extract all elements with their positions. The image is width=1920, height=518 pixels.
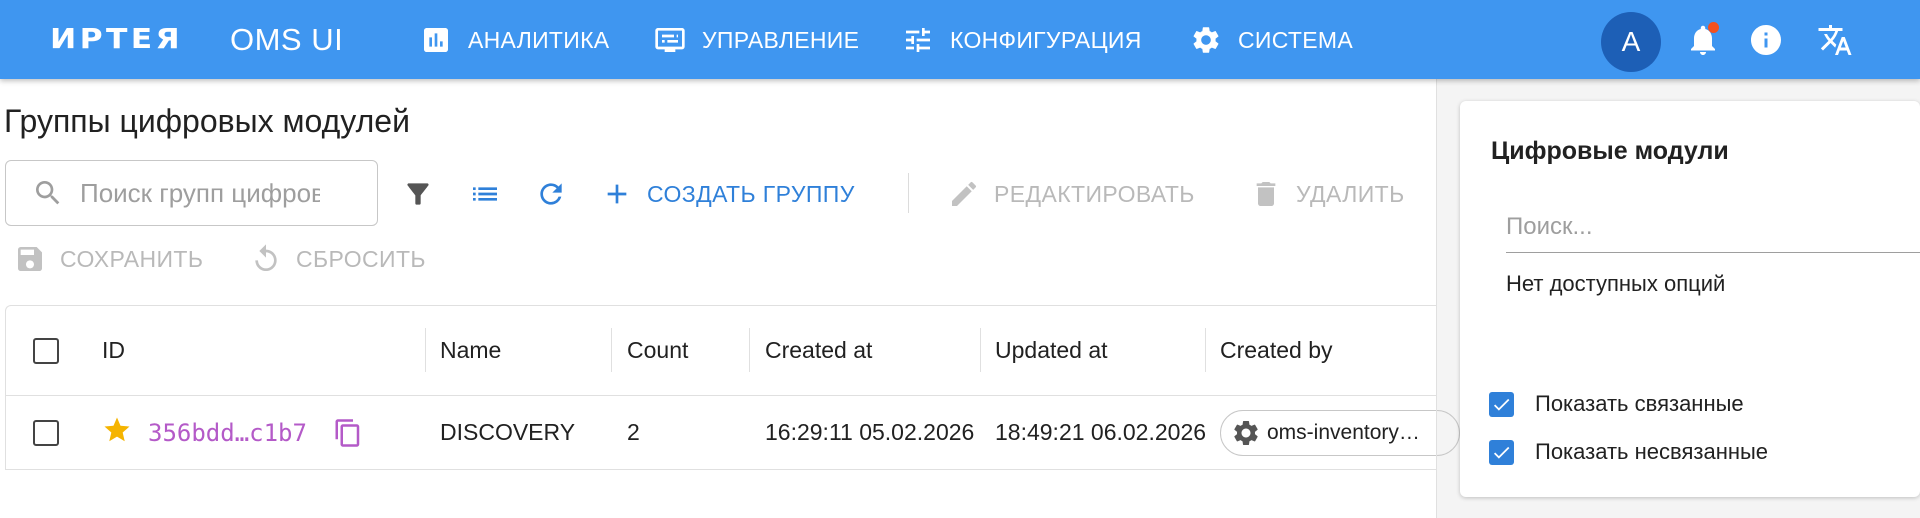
analytics-icon <box>424 28 448 52</box>
copy-icon <box>335 418 360 447</box>
star-icon[interactable] <box>102 415 132 451</box>
show-linked-label: Показать связанные <box>1535 391 1744 416</box>
create-group-label: СОЗДАТЬ ГРУППУ <box>647 180 855 207</box>
column-header-created-at[interactable]: Created at <box>765 306 872 395</box>
created-by-chip[interactable]: oms-inventory… <box>1220 410 1460 456</box>
digital-modules-panel: Цифровые модули Нет доступных опций Пока… <box>1460 101 1920 497</box>
nav-configuration[interactable]: КОНФИГУРАЦИЯ <box>902 22 1142 58</box>
refresh-icon <box>540 183 562 205</box>
edit-label: РЕДАКТИРОВАТЬ <box>994 180 1195 207</box>
notifications-button[interactable] <box>1685 22 1721 58</box>
check-icon <box>1493 398 1510 411</box>
select-all-cell <box>33 306 59 395</box>
nav-analytics-label: АНАЛИТИКА <box>468 26 610 53</box>
gear-icon <box>1234 420 1258 445</box>
nav-analytics[interactable]: АНАЛИТИКА <box>420 22 609 58</box>
select-all-checkbox[interactable] <box>33 337 59 364</box>
show-linked-checkbox[interactable] <box>1489 391 1514 417</box>
filter-button[interactable] <box>402 178 434 210</box>
save-label: СОХРАНИТЬ <box>60 245 204 272</box>
column-separator[interactable] <box>749 328 750 372</box>
empty-options-text: Нет доступных опций <box>1506 271 1726 296</box>
brand-logo[interactable]: ИРТЕЯ <box>50 22 183 55</box>
table-row[interactable]: 356bdd…c1b7 DISCOVERY 2 16:29:11 05.02.2… <box>6 396 1460 470</box>
column-header-created-by[interactable]: Created by <box>1220 306 1333 395</box>
filter-icon <box>407 183 429 205</box>
columns-button[interactable] <box>469 178 501 210</box>
management-icon <box>655 28 685 52</box>
delete-button[interactable]: УДАЛИТЬ <box>1250 178 1405 210</box>
module-search-input[interactable] <box>1506 201 1920 252</box>
edit-button[interactable]: РЕДАКТИРОВАТЬ <box>948 178 1195 210</box>
table-header-row: ID Name Count Created at Updated at Crea… <box>6 306 1436 396</box>
save-icon <box>18 247 42 271</box>
column-separator[interactable] <box>1205 328 1206 372</box>
gear-icon <box>1193 27 1219 53</box>
nav-configuration-label: КОНФИГУРАЦИЯ <box>950 26 1142 53</box>
content-divider <box>1436 79 1437 518</box>
show-unlinked-label: Показать несвязанные <box>1535 439 1769 464</box>
notification-badge <box>1708 22 1719 33</box>
list-icon <box>473 187 497 201</box>
show-unlinked-toggle[interactable]: Показать несвязанные <box>1489 439 1768 465</box>
group-search-field[interactable] <box>5 160 378 226</box>
name-cell: DISCOVERY <box>440 419 576 445</box>
panel-title: Цифровые модули <box>1491 137 1729 165</box>
created-by-label: oms-inventory… <box>1267 421 1420 444</box>
trash-icon <box>1256 182 1276 206</box>
column-separator[interactable] <box>425 328 426 372</box>
reset-icon <box>255 244 277 271</box>
group-id-link[interactable]: 356bdd…c1b7 <box>148 419 307 447</box>
avatar[interactable]: A <box>1601 12 1661 72</box>
plus-icon <box>607 184 627 204</box>
save-button[interactable]: СОХРАНИТЬ <box>14 243 203 275</box>
nav-system[interactable]: СИСТЕМА <box>1190 22 1353 58</box>
nav-management-label: УПРАВЛЕНИЕ <box>702 26 860 53</box>
nav-management[interactable]: УПРАВЛЕНИЕ <box>654 22 859 58</box>
delete-label: УДАЛИТЬ <box>1296 180 1405 207</box>
created-at-cell: 16:29:11 05.02.2026 <box>765 419 975 445</box>
module-search-field[interactable] <box>1506 201 1920 253</box>
tune-icon <box>906 28 930 52</box>
language-button[interactable] <box>1817 22 1853 58</box>
reset-button[interactable]: СБРОСИТЬ <box>250 243 426 275</box>
info-icon <box>1751 25 1781 55</box>
top-app-bar: ИРТЕЯ OMS UI АНАЛИТИКА УПРАВЛЕНИЕ КОНФИГ… <box>0 0 1920 79</box>
row-select-cell <box>33 396 59 469</box>
check-icon <box>1493 446 1510 459</box>
column-header-count[interactable]: Count <box>627 306 688 395</box>
column-header-updated-at[interactable]: Updated at <box>995 306 1108 395</box>
pencil-icon <box>952 181 977 206</box>
copy-button[interactable] <box>333 418 363 448</box>
column-separator[interactable] <box>611 328 612 372</box>
info-button[interactable] <box>1748 22 1784 58</box>
translate-icon <box>1818 25 1852 55</box>
page-title: Группы цифровых модулей <box>4 103 410 139</box>
nav-system-label: СИСТЕМА <box>1238 26 1353 53</box>
id-cell: 356bdd…c1b7 <box>102 396 363 469</box>
show-unlinked-checkbox[interactable] <box>1489 439 1514 465</box>
updated-at-cell: 18:49:21 06.02.2026 <box>995 419 1207 445</box>
show-linked-toggle[interactable]: Показать связанные <box>1489 391 1744 417</box>
toolbar-divider <box>908 173 909 213</box>
create-group-button[interactable]: СОЗДАТЬ ГРУППУ <box>601 178 855 210</box>
groups-table: ID Name Count Created at Updated at Crea… <box>5 305 1460 470</box>
group-search-input[interactable] <box>80 177 320 209</box>
app-name: OMS UI <box>230 22 344 57</box>
reset-label: СБРОСИТЬ <box>296 245 426 272</box>
row-checkbox[interactable] <box>33 419 59 446</box>
search-icon <box>36 181 60 205</box>
column-separator[interactable] <box>980 328 981 372</box>
refresh-button[interactable] <box>535 178 567 210</box>
column-header-id[interactable]: ID <box>102 306 125 395</box>
count-cell: 2 <box>627 419 640 445</box>
column-header-name[interactable]: Name <box>440 306 501 395</box>
main-content: Группы цифровых модулей СОЗДАТЬ ГРУППУ Р… <box>0 79 1460 518</box>
